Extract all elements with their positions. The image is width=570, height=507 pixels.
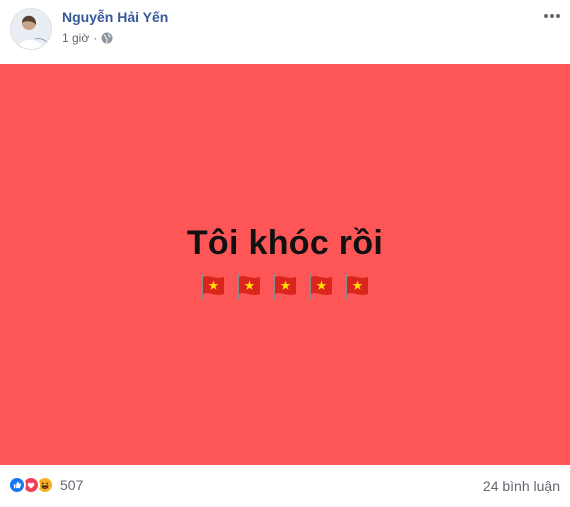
post-meta: 1 giờ · bbox=[62, 31, 113, 45]
reaction-summary[interactable]: 507 bbox=[8, 476, 83, 494]
meta-separator: · bbox=[93, 31, 98, 45]
status-text: Tôi khóc rồi bbox=[186, 224, 384, 262]
post-footer: 507 24 bình luận bbox=[0, 465, 570, 507]
vietnam-flag-icon bbox=[233, 271, 265, 303]
vietnam-flag-icon bbox=[197, 271, 229, 303]
reaction-count: 507 bbox=[60, 477, 84, 493]
vietnam-flag-icon bbox=[305, 271, 337, 303]
author-name[interactable]: Nguyễn Hải Yến bbox=[62, 9, 168, 25]
vietnam-flag-icon bbox=[341, 271, 373, 303]
like-icon bbox=[8, 476, 26, 494]
avatar[interactable] bbox=[10, 8, 52, 50]
comment-count-link[interactable]: 24 bình luận bbox=[483, 478, 560, 494]
post-timestamp[interactable]: 1 giờ bbox=[62, 31, 89, 45]
more-options-icon[interactable] bbox=[542, 6, 562, 26]
post-header: Nguyễn Hải Yến 1 giờ · bbox=[0, 0, 570, 64]
flag-emoji-row bbox=[0, 271, 570, 303]
status-background: Tôi khóc rồi bbox=[0, 64, 570, 465]
facebook-post: Nguyễn Hải Yến 1 giờ · Tôi khóc rồi 507 … bbox=[0, 0, 570, 507]
globe-icon bbox=[101, 32, 113, 44]
vietnam-flag-icon bbox=[269, 271, 301, 303]
